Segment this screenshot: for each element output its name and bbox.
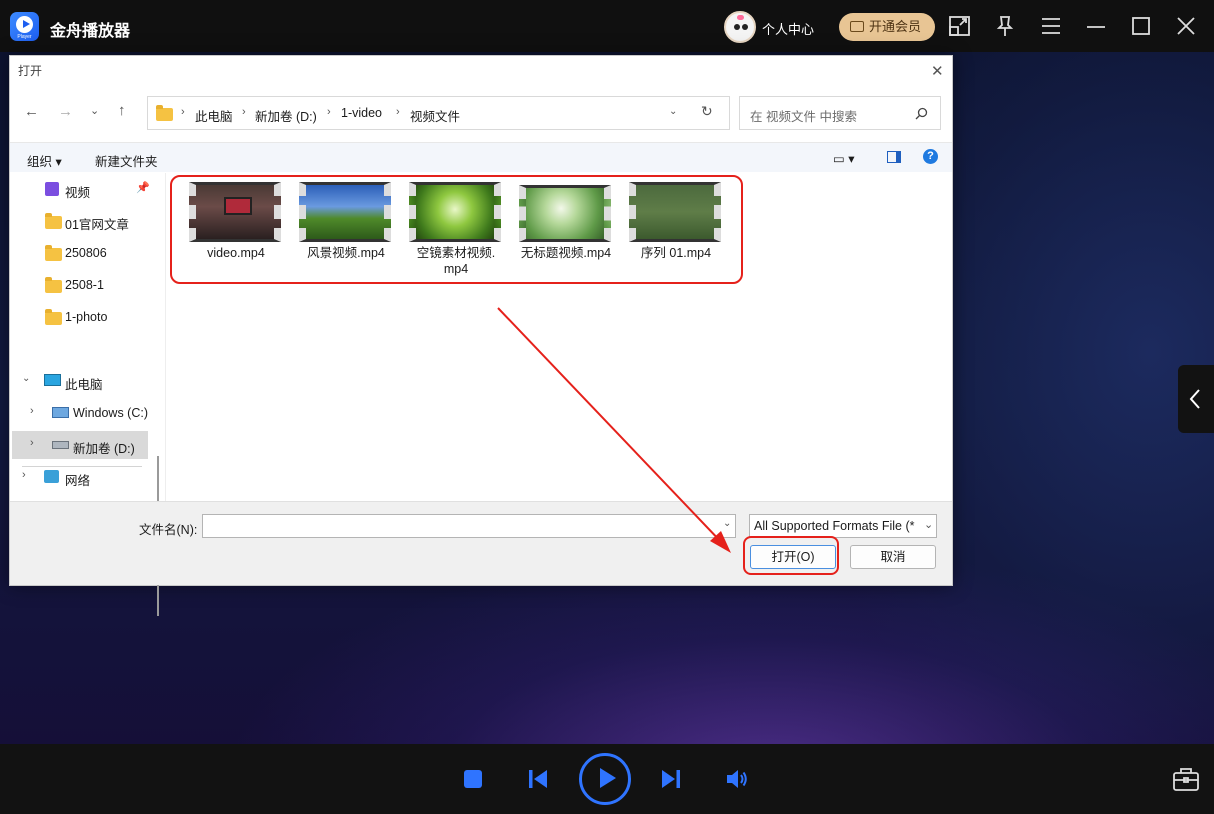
annotation-arrow-icon bbox=[497, 307, 731, 553]
